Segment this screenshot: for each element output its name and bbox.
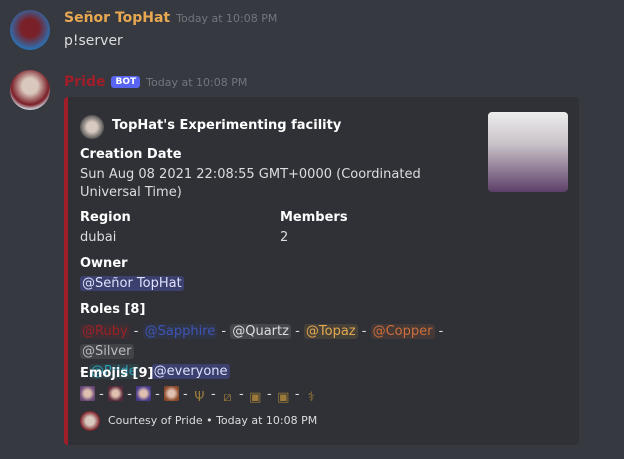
- field-label: Members: [280, 210, 348, 225]
- avatar[interactable]: [10, 10, 50, 50]
- username[interactable]: Señor TopHat Today at 10:08 PM: [64, 10, 277, 26]
- embed-thumbnail[interactable]: [488, 112, 568, 192]
- field-value: Sun Aug 08 2021 22:08:55 GMT+0000 (Coord…: [80, 167, 421, 200]
- message-content: p!server: [64, 33, 123, 49]
- emoji-portrait-3-icon[interactable]: [135, 386, 151, 401]
- separator: -: [434, 324, 444, 339]
- role-mention[interactable]: @Quartz: [230, 324, 291, 339]
- embed-footer: Courtesy of Pride • Today at 10:08 PM: [108, 414, 318, 427]
- square-icon[interactable]: ▣: [248, 390, 263, 405]
- footer-icon: [80, 411, 100, 431]
- emojis-list: - - - - Ψ - ⧄ - ▣ - ▣ - ⚕: [80, 386, 319, 405]
- separator: -: [129, 324, 143, 339]
- emoji-portrait-1-icon[interactable]: [80, 386, 95, 401]
- field-label: Roles [8]: [80, 302, 146, 317]
- separator: -: [122, 387, 136, 402]
- field-label: Region: [80, 210, 131, 225]
- separator: -: [357, 324, 371, 339]
- separator: -: [290, 324, 304, 339]
- role-mention[interactable]: @Ruby: [80, 324, 130, 339]
- separator: -: [290, 387, 304, 402]
- wings-icon[interactable]: ⚕: [304, 390, 319, 405]
- username[interactable]: Pride BOT Today at 10:08 PM: [64, 74, 247, 90]
- avatar[interactable]: [10, 70, 50, 110]
- separator: -: [262, 387, 276, 402]
- separator: -: [95, 387, 108, 402]
- role-mention[interactable]: @Sapphire: [142, 324, 218, 339]
- grass-icon[interactable]: Ψ: [192, 390, 207, 405]
- role-mention[interactable]: @everyone: [151, 364, 230, 379]
- separator: -: [217, 324, 231, 339]
- field-label: Owner: [80, 256, 128, 271]
- separator: -: [206, 387, 220, 402]
- field-label: Creation Date: [80, 147, 182, 162]
- bot-badge: BOT: [111, 76, 141, 88]
- embed-author[interactable]: TopHat's Experimenting facility: [112, 118, 341, 133]
- separator: -: [234, 387, 248, 402]
- embed-author-icon: [80, 115, 104, 139]
- separator: -: [150, 387, 164, 402]
- role-mention[interactable]: @Topaz: [303, 324, 358, 339]
- author-name[interactable]: Señor TopHat: [64, 10, 170, 26]
- field-label: Emojis [9]: [80, 366, 154, 381]
- emoji-portrait-2-icon[interactable]: [107, 386, 123, 401]
- emoji-portrait-4-icon[interactable]: [163, 386, 179, 401]
- role-mention[interactable]: @Copper: [370, 324, 435, 339]
- square-icon[interactable]: ▣: [276, 390, 291, 405]
- server-embed: TopHat's Experimenting facility Creation…: [64, 97, 579, 445]
- field-value: 2: [280, 230, 289, 245]
- timestamp: Today at 10:08 PM: [146, 76, 248, 89]
- author-name[interactable]: Pride: [64, 74, 105, 90]
- timestamp: Today at 10:08 PM: [176, 12, 278, 25]
- field-value: dubai: [80, 230, 117, 245]
- separator: -: [178, 387, 192, 402]
- slash-icon[interactable]: ⧄: [220, 390, 235, 405]
- role-mention[interactable]: @Silver: [80, 344, 134, 359]
- owner-mention[interactable]: @Señor TopHat: [80, 276, 184, 291]
